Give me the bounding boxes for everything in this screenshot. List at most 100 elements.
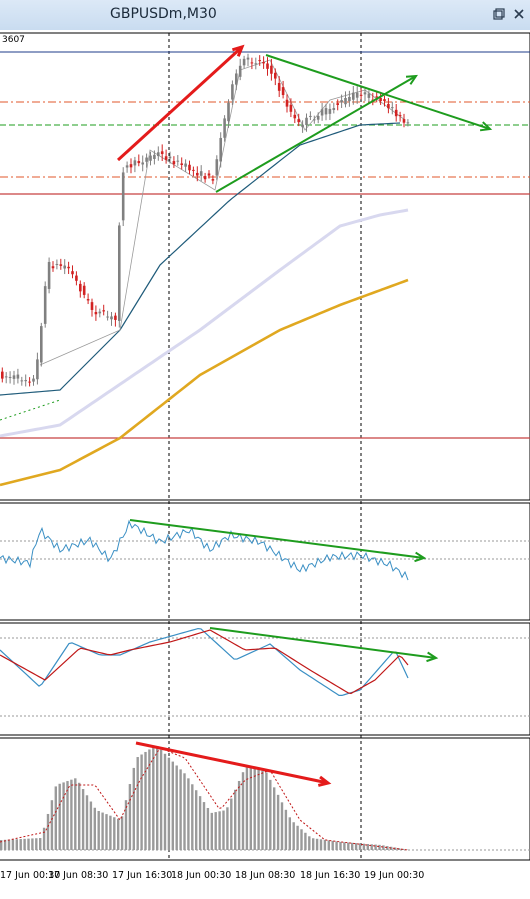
hist-bar [300, 829, 303, 850]
candle [258, 60, 261, 62]
hist-bar [163, 753, 167, 850]
hist-bar [315, 838, 319, 850]
candle [86, 299, 90, 301]
candle [203, 176, 207, 180]
candle [398, 115, 402, 117]
hist-bar [109, 815, 112, 850]
hist-bar [249, 766, 252, 850]
hist-bar [296, 825, 299, 850]
price-tick-label: 3607 [2, 35, 25, 45]
chart-area: 360717 Jun 00:3017 Jun 08:30 17 Jun 16:30… [0, 30, 530, 899]
hist-bar [234, 789, 237, 850]
candle [320, 109, 324, 116]
hist-bar [175, 765, 178, 850]
hist-bar [374, 844, 377, 850]
hist-bar [62, 782, 65, 850]
candle [125, 165, 129, 168]
candle [141, 162, 144, 165]
candle [402, 119, 406, 123]
hist-bar [280, 802, 284, 850]
candle [250, 62, 254, 64]
hist-bar [202, 802, 206, 850]
hist-bar [54, 786, 57, 850]
candle [215, 159, 219, 176]
hist-bar [187, 778, 190, 850]
candle [262, 61, 265, 64]
time-tick-label: 18 Jun 08:30 [235, 870, 295, 881]
candle [110, 316, 113, 320]
candle [301, 124, 304, 128]
candle [332, 108, 336, 111]
hist-bar [105, 814, 108, 850]
candle [289, 104, 293, 112]
title-bar: GBPUSDm,M30 [0, 0, 530, 31]
hist-bar [27, 838, 30, 850]
candle [59, 264, 63, 266]
close-icon[interactable] [512, 6, 526, 20]
hist-bar [222, 810, 225, 850]
hist-bar [276, 794, 280, 850]
candle [121, 172, 125, 221]
candle [94, 311, 98, 315]
candle [196, 172, 199, 176]
candle [133, 160, 137, 166]
candle [281, 87, 285, 96]
hist-bar [206, 807, 210, 850]
hist-bar [50, 800, 54, 850]
hist-bar [230, 798, 233, 850]
candle [391, 107, 394, 109]
candle [16, 374, 20, 379]
hist-bar [312, 838, 315, 850]
candle [36, 359, 39, 380]
time-tick-label: 17 Jun 08:30 [48, 870, 108, 881]
hist-bar [179, 769, 182, 850]
hist-bar [331, 840, 334, 850]
candle [324, 108, 328, 115]
candle [71, 271, 74, 275]
candle [328, 108, 332, 114]
time-tick-label: 18 Jun 16:30 [300, 870, 360, 881]
candle [277, 82, 281, 91]
candle [242, 58, 246, 66]
candle [270, 65, 273, 74]
candle [285, 99, 289, 107]
hist-bar [214, 812, 217, 850]
hist-bar [74, 778, 77, 850]
hist-bar [11, 839, 15, 850]
time-tick-label: 19 Jun 00:30 [364, 870, 424, 881]
hist-bar [167, 757, 171, 850]
candle [383, 99, 386, 101]
candle [32, 378, 35, 382]
candle [47, 261, 51, 289]
candle [184, 163, 187, 167]
candle [55, 263, 59, 265]
candle [359, 94, 363, 96]
candle [313, 119, 316, 121]
candle [367, 93, 371, 98]
restore-icon[interactable] [492, 6, 506, 20]
time-tick-label: 17 Jun 16:30 [112, 870, 172, 881]
candle [160, 151, 164, 155]
candle [344, 97, 347, 105]
hist-bar [191, 784, 194, 850]
hist-bar [339, 841, 342, 850]
candle [12, 375, 16, 379]
hist-bar [183, 773, 186, 850]
hist-bar [101, 812, 104, 850]
hist-bar [198, 796, 202, 850]
hist-bar [261, 770, 264, 850]
candle [297, 119, 300, 123]
hist-bar [128, 784, 132, 850]
hist-bar [378, 844, 381, 850]
candle [274, 72, 277, 79]
candle [231, 84, 234, 100]
hist-bar [152, 746, 155, 850]
candle [266, 63, 269, 69]
candle [172, 161, 176, 165]
candle [336, 103, 339, 105]
hist-bar [159, 749, 163, 850]
candle [157, 152, 160, 157]
candle [168, 156, 172, 159]
hist-bar [93, 807, 96, 850]
hist-bar [323, 839, 327, 850]
